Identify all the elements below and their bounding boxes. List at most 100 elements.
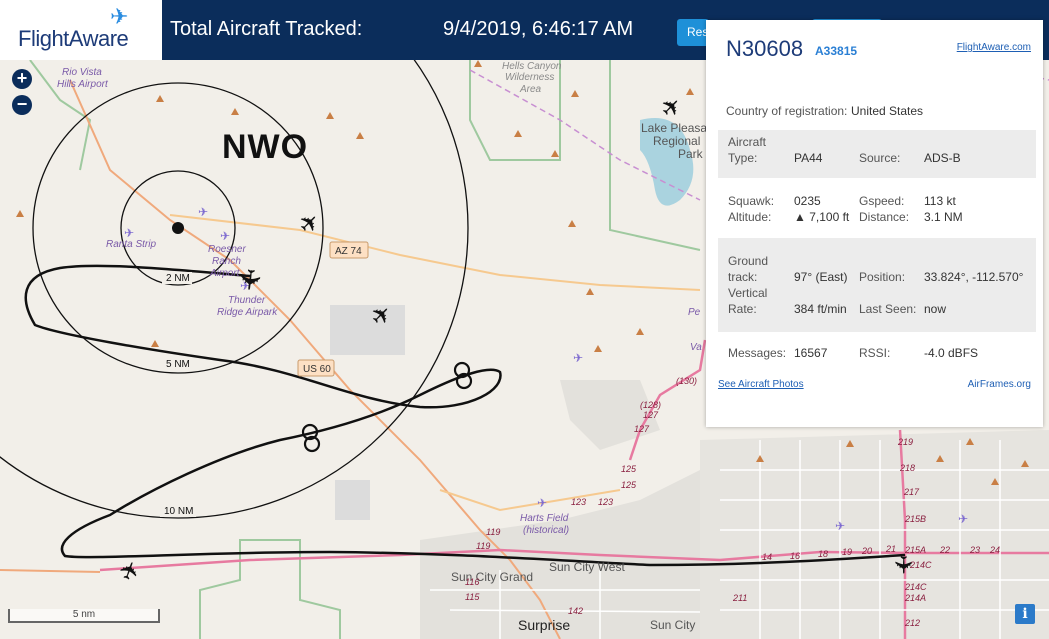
highway-shield-us60: US 60 [303, 364, 331, 375]
road-number-label: 127 [643, 410, 659, 420]
squawk-row: Squawk: 0235 Gspeed: 113 kt Altitude: ▲ … [718, 184, 1036, 232]
road-number-label: 125 [621, 480, 637, 490]
road-number-label: 123 [571, 497, 586, 507]
road-number-label: 212 [904, 618, 920, 628]
country-label: Country of registration: [726, 104, 848, 118]
road-number-label: (128) [640, 400, 661, 410]
place-label: Sun City Grand [451, 570, 533, 584]
road-number-label: 23 [969, 545, 980, 555]
aircraft-label: Aircraft [728, 135, 767, 149]
lastseen-label: Last Seen: [859, 302, 917, 316]
messages-label: Messages: [728, 346, 787, 360]
aircraft-icao-code[interactable]: A33815 [815, 44, 857, 58]
altitude-label: Altitude: [728, 210, 772, 224]
squawk-value: 0235 [794, 194, 821, 208]
position-label: Position: [859, 270, 906, 284]
road-number-label: 127 [634, 424, 650, 434]
road-number-label: 20 [861, 546, 872, 556]
track-label: track: [728, 270, 758, 284]
place-label: Rio Vista [62, 67, 102, 78]
track-row: Ground track: 97° (East) Position: 33.82… [718, 238, 1036, 332]
gspeed-value: 113 kt [924, 194, 956, 208]
airport-icon[interactable]: ✈ [537, 496, 547, 510]
lastseen-value: now [924, 302, 947, 316]
road-number-label: 21 [885, 544, 896, 554]
place-label: (historical) [523, 525, 569, 536]
place-label: Hills Airport [57, 79, 109, 90]
place-label: Wilderness [505, 72, 554, 83]
airport-icon[interactable]: ✈ [573, 351, 583, 365]
header-datetime: 9/4/2019, 6:46:17 AM [443, 18, 634, 40]
road-number-label: 16 [790, 551, 800, 561]
road-number-label: 214C [909, 560, 932, 570]
road-number-label: 215B [904, 514, 926, 524]
road-number-label: 211 [732, 593, 747, 603]
distance-label: Distance: [859, 210, 910, 224]
messages-row: Messages: 16567 RSSI: -4.0 dBFS [718, 338, 1036, 368]
flightaware-link[interactable]: FlightAware.com [957, 42, 1031, 53]
aircraft-photos-link[interactable]: See Aircraft Photos [718, 379, 804, 390]
airport-icon[interactable]: ✈ [198, 205, 208, 219]
place-label: Va [690, 342, 702, 353]
road-number-label: 24 [989, 545, 1000, 555]
place-label: Sun City [650, 618, 695, 632]
place-label: Regional [653, 134, 700, 148]
altitude-value: ▲ 7,100 ft [794, 210, 850, 224]
road-number-label: 19 [842, 547, 852, 557]
highway-shield-az74: AZ 74 [335, 246, 362, 257]
info-button[interactable]: i [1015, 604, 1035, 624]
place-label: Surprise [518, 617, 570, 633]
gspeed-label: Gspeed: [859, 194, 905, 208]
airport-icon[interactable]: ✈ [835, 519, 845, 533]
flightaware-logo[interactable]: ✈ FlightAware [0, 0, 162, 60]
place-label: Ranta Strip [106, 239, 156, 250]
road-number-label: 14 [762, 552, 772, 562]
place-label: Hells Canyon [502, 61, 562, 72]
road-number-label: 119 [486, 527, 500, 537]
road-number-label: 215A [904, 545, 926, 555]
reset-button[interactable]: Res [677, 19, 709, 46]
place-label: Roesner [208, 244, 246, 255]
road-number-label: 119 [476, 541, 490, 551]
airport-icon[interactable]: ✈ [958, 512, 968, 526]
total-aircraft-label: Total Aircraft Tracked: [170, 18, 363, 40]
source-label: Source: [859, 151, 901, 165]
rate-value: 384 ft/min [794, 302, 847, 316]
range-label-10nm: 10 NM [164, 506, 193, 517]
type-value: PA44 [794, 151, 823, 165]
squawk-label: Squawk: [728, 194, 775, 208]
urban-area [700, 430, 1049, 639]
airframes-link[interactable]: AirFrames.org [968, 379, 1031, 390]
road-number-label: 214A [904, 593, 926, 603]
airport-icon[interactable]: ✈ [124, 226, 134, 240]
aircraft-type-row: Aircraft Type: PA44 Source: ADS-B [718, 130, 1036, 178]
source-value: ADS-B [924, 151, 961, 165]
country-row: Country of registration: United States [718, 104, 1036, 124]
aircraft-tail-number: N30608 [726, 36, 804, 61]
distance-value: 3.1 NM [924, 210, 963, 224]
zoom-out-button[interactable]: − [12, 95, 32, 115]
place-label: Airport [209, 268, 241, 279]
airport-icon[interactable]: ✈ [220, 229, 230, 243]
road-number-label: 22 [939, 545, 950, 555]
road-number-label: 219 [897, 437, 913, 447]
rssi-label: RSSI: [859, 346, 891, 360]
road-number-label: 123 [598, 497, 613, 507]
place-label: Ranch [212, 256, 241, 267]
road-number-label: 218 [899, 463, 915, 473]
track-value: 97° (East) [794, 270, 848, 284]
urban-area [335, 480, 370, 520]
place-label: Sun City West [549, 560, 625, 574]
road-number-label: 18 [818, 549, 828, 559]
range-label-2nm: 2 NM [166, 273, 190, 284]
place-label: Thunder [228, 295, 266, 306]
map-annotation: NWO [222, 128, 309, 166]
ground-label: Ground [728, 254, 769, 268]
position-value: 33.824°, -112.570° [924, 270, 1024, 284]
road-number-label: 115 [465, 592, 480, 602]
road-number-label: 217 [903, 487, 920, 497]
receiver-location [172, 222, 184, 234]
country-value: United States [851, 104, 924, 118]
road-number-label: 116 [465, 577, 479, 587]
zoom-in-button[interactable]: + [12, 69, 32, 89]
